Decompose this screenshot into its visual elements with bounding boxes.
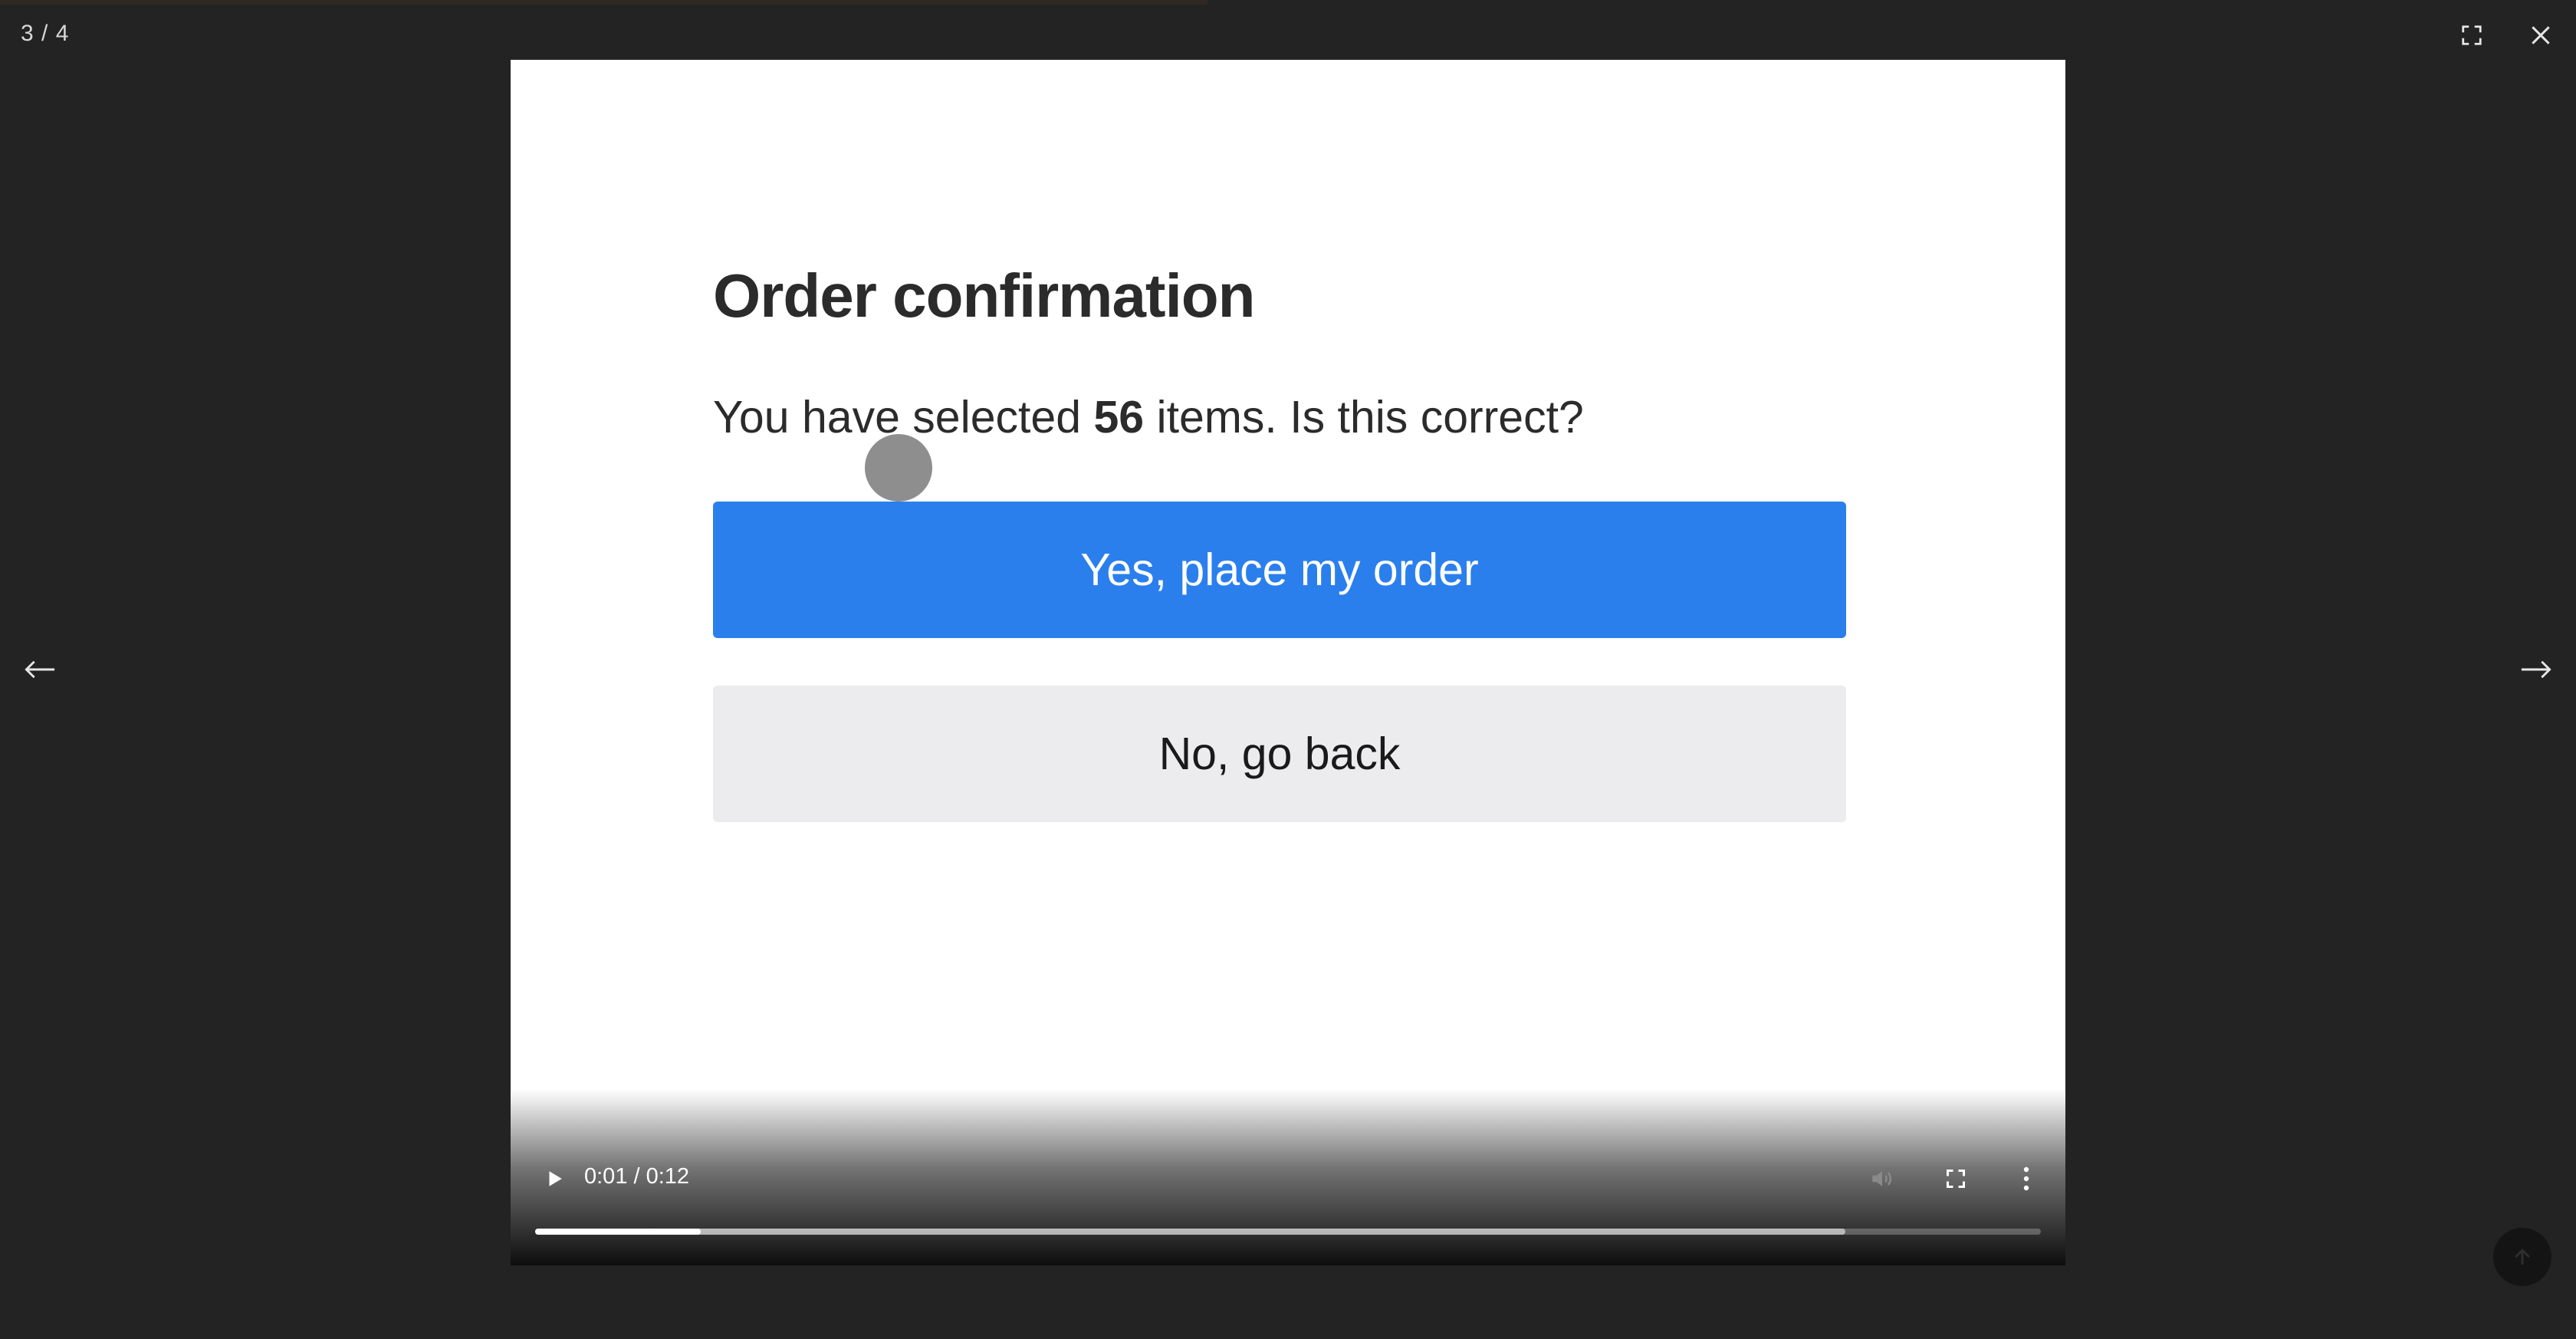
more-options-button[interactable] <box>2007 1158 2045 1199</box>
touch-indicator <box>865 434 932 502</box>
controls-overlay <box>511 1089 2065 1265</box>
fullscreen-icon <box>2462 25 2482 45</box>
video-fullscreen-button[interactable] <box>1935 1158 1976 1199</box>
close-icon <box>2532 26 2550 44</box>
more-vertical-icon <box>2023 1166 2029 1191</box>
next-button[interactable] <box>2513 650 2559 689</box>
arrow-right-icon <box>2521 660 2551 679</box>
timeline-played <box>535 1229 702 1235</box>
media-viewer: 3 / 4 Order confirmation You have select… <box>0 0 2576 1339</box>
volume-icon <box>1872 1171 1892 1186</box>
video-player[interactable]: Order confirmation You have selected 56 … <box>511 60 2065 1265</box>
mute-button[interactable] <box>1861 1158 1903 1199</box>
go-back-button: No, go back <box>713 686 1846 822</box>
slide-counter: 3 / 4 <box>21 21 70 46</box>
play-button[interactable] <box>535 1160 573 1198</box>
order-confirmation-title: Order confirmation <box>713 262 1256 330</box>
scroll-to-top-button[interactable] <box>2470 1227 2574 1287</box>
item-count: 56 <box>1093 392 1145 442</box>
slideshow-progress-bar <box>0 0 1208 5</box>
fullscreen-icon <box>1946 1169 1966 1189</box>
close-button[interactable] <box>2522 17 2559 54</box>
scroll-to-top-circle <box>2493 1228 2551 1286</box>
order-question: You have selected 56 items. Is this corr… <box>713 391 1584 443</box>
previous-button[interactable] <box>17 650 63 689</box>
arrow-left-icon <box>25 660 55 679</box>
play-icon <box>549 1171 562 1186</box>
place-order-button: Yes, place my order <box>713 502 1846 638</box>
video-timeline[interactable] <box>535 1229 2041 1235</box>
fullscreen-button[interactable] <box>2453 17 2490 54</box>
question-suffix: items. Is this correct? <box>1144 392 1584 442</box>
time-display: 0:01 / 0:12 <box>584 1164 690 1189</box>
timeline-buffered <box>535 1229 1845 1235</box>
arrow-up-icon <box>2515 1249 2530 1265</box>
